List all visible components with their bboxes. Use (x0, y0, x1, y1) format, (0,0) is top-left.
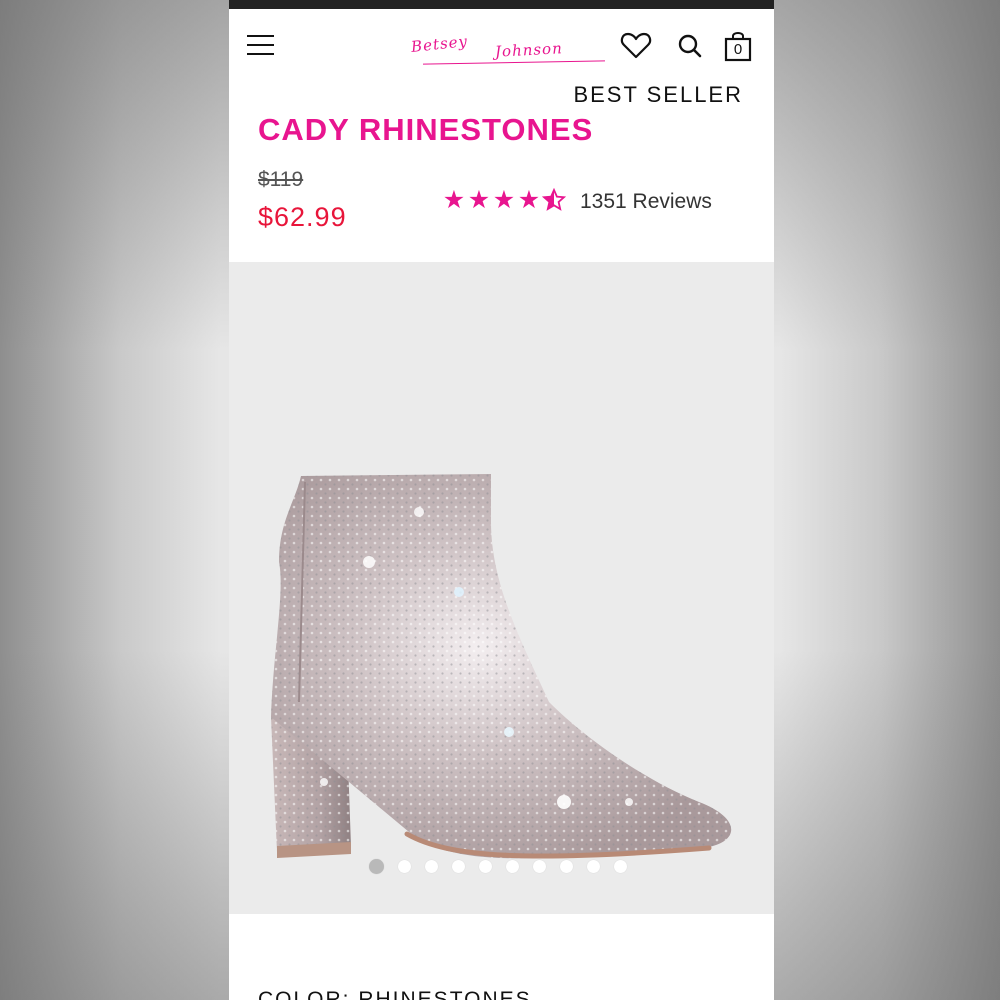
carousel-dot[interactable] (369, 859, 384, 874)
star-icon: ★ (517, 185, 541, 214)
brand-logo[interactable]: Betsey Johnson (409, 27, 609, 67)
carousel-dot[interactable] (479, 860, 492, 873)
carousel-dots (369, 859, 627, 874)
carousel-dot[interactable] (506, 860, 519, 873)
sale-price: $62.99 (258, 202, 347, 232)
search-icon[interactable] (673, 29, 707, 63)
product-title: CADY RHINESTONES (258, 112, 594, 147)
site-header: Betsey Johnson 0 (229, 9, 774, 83)
carousel-dot[interactable] (560, 860, 573, 873)
half-star-icon (541, 187, 567, 217)
star-icon: ★ (442, 185, 466, 214)
carousel-dot[interactable] (533, 860, 546, 873)
rating-summary[interactable]: ★ ★ ★ ★ 1351 Reviews (442, 185, 712, 217)
rating-stars: ★ ★ ★ ★ (442, 185, 567, 217)
bag-count: 0 (733, 41, 743, 58)
brand-logo-word-1: Betsey (410, 32, 469, 56)
carousel-dot[interactable] (398, 860, 411, 873)
carousel-dot[interactable] (425, 860, 438, 873)
brand-logo-swash (423, 60, 605, 65)
heart-icon[interactable] (619, 29, 653, 63)
product-image-carousel[interactable] (229, 262, 774, 914)
star-icon: ★ (467, 185, 491, 214)
carousel-dot[interactable] (452, 860, 465, 873)
best-seller-badge: BEST SELLER (573, 82, 743, 107)
mobile-product-page: Betsey Johnson 0 BEST SELLER CADY RHINES… (229, 0, 774, 1000)
product-image (271, 474, 732, 859)
reviews-count[interactable]: 1351 Reviews (580, 190, 712, 214)
brand-logo-word-2: Johnson (494, 39, 564, 61)
status-bar (229, 0, 774, 9)
color-label: COLOR: RHINESTONES (258, 988, 532, 1000)
carousel-dot[interactable] (587, 860, 600, 873)
star-icon: ★ (492, 185, 516, 214)
carousel-dot[interactable] (614, 860, 627, 873)
menu-icon[interactable] (247, 31, 275, 59)
original-price: $119 (258, 168, 304, 191)
shopping-bag-icon[interactable]: 0 (721, 29, 755, 63)
